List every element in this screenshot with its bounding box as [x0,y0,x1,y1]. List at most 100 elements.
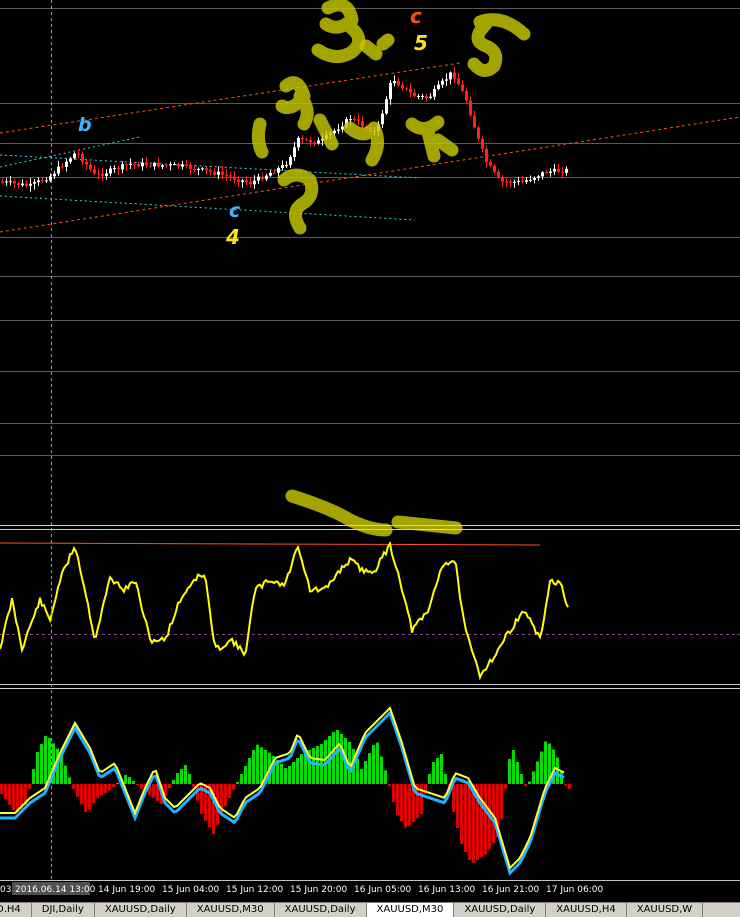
chart-window[interactable]: c 5 b c 4 03 2016.06.14 13:00 14 Jun 19:… [0,0,740,916]
chart-tab-active[interactable]: XAUUSD,M30 [366,903,455,917]
candle-body [505,181,508,183]
histogram-bar [524,784,527,786]
candle-body [353,119,356,121]
histogram-bar [504,784,507,789]
chart-tab[interactable]: XAUUSD,W [626,903,704,917]
histogram-bar [132,781,135,784]
histogram-bar [4,784,7,800]
candle-body [533,177,536,180]
candle-body [293,147,296,158]
histogram-bar [116,783,119,784]
histogram-bar [540,751,543,784]
chart-tab[interactable]: XAUUSD,Daily [94,903,187,917]
histogram-bar [536,761,539,784]
candle-body [205,168,208,171]
histogram-bar [336,730,339,784]
chart-tab[interactable]: DJI,Daily [31,903,95,917]
histogram-bar [500,784,503,819]
histogram-bar [296,758,299,784]
candle-body [185,164,188,166]
histogram-bar [368,753,371,784]
candle-body [477,127,480,139]
time-label: 16 Jun 21:00 [482,885,539,895]
histogram-bar [248,758,251,784]
chart-tab[interactable]: XAUUSD,H4 [546,903,627,917]
candle-body [197,168,200,170]
candle-body [313,142,316,144]
chart-tab[interactable]: XAUUSD,Daily [274,903,367,917]
histogram-bar [100,784,103,796]
candle-body [65,161,68,167]
histogram-bar [12,784,15,810]
histogram-bar [484,784,487,855]
histogram-bar [180,769,183,784]
candle-body [433,89,436,97]
candle-body [453,72,456,79]
candle-body [217,171,220,175]
histogram-bar [108,784,111,791]
candle-body [17,183,20,186]
chart-tab[interactable]: XAUUSD,Daily [454,903,547,917]
candle-body [173,163,176,165]
histogram-bar [508,759,511,784]
candle-body [553,168,556,172]
candle-body [233,176,236,180]
time-label: 15 Jun 20:00 [290,885,347,895]
candle-body [389,83,392,100]
histogram-bar [312,748,315,784]
candle-body [145,162,148,166]
histogram-bar [192,784,195,788]
histogram-bar [280,764,283,784]
histogram-bar [376,742,379,784]
candle-body [425,95,428,98]
time-label: 14 Jun 19:00 [98,885,155,895]
histogram-bar [564,784,567,786]
candle-body [57,166,60,174]
histogram-bar [408,784,411,826]
histogram-bar [236,782,239,784]
candle-body [501,177,504,182]
candle-body [73,153,76,159]
candle-body [449,72,452,80]
candle-body [265,175,268,180]
candle-body [457,78,460,85]
histogram-bar [0,784,3,794]
candle-body [121,164,124,170]
candle-body [209,170,212,172]
candle-body [153,162,156,167]
candle-body [397,80,400,85]
histogram-bar [256,744,259,784]
candle-body [561,171,564,173]
histogram-bar [104,784,107,793]
chart-tab[interactable]: D.H4 [0,903,32,917]
histogram-bar [176,773,179,784]
candle-body [113,168,116,170]
candle-body [97,173,100,175]
candle-body [201,168,204,170]
candle-body [481,138,484,149]
candle-body [101,173,104,176]
histogram-bar [468,784,471,860]
candle-body [109,168,112,174]
candle-body [361,120,364,127]
candle-body [177,163,180,167]
candle-body [557,168,560,172]
histogram-bar [228,784,231,798]
histogram-bar [92,784,95,804]
histogram-bar [532,771,535,784]
chart-tab[interactable]: XAUUSD,M30 [186,903,275,917]
wave-label-top-5: 5 [414,31,428,55]
candle-body [269,172,272,176]
candle-body [405,88,408,90]
wave-label-top-c: c [410,4,422,28]
candle-body [349,119,352,121]
histogram-bar [80,784,83,805]
candle-body [133,163,136,165]
time-label: 17 Jun 06:00 [546,885,603,895]
histogram-bar [464,784,467,852]
candle-body [9,181,12,183]
candle-body [473,115,476,128]
candle-body [301,137,304,140]
histogram-bar [420,784,423,814]
candle-body [81,154,84,162]
